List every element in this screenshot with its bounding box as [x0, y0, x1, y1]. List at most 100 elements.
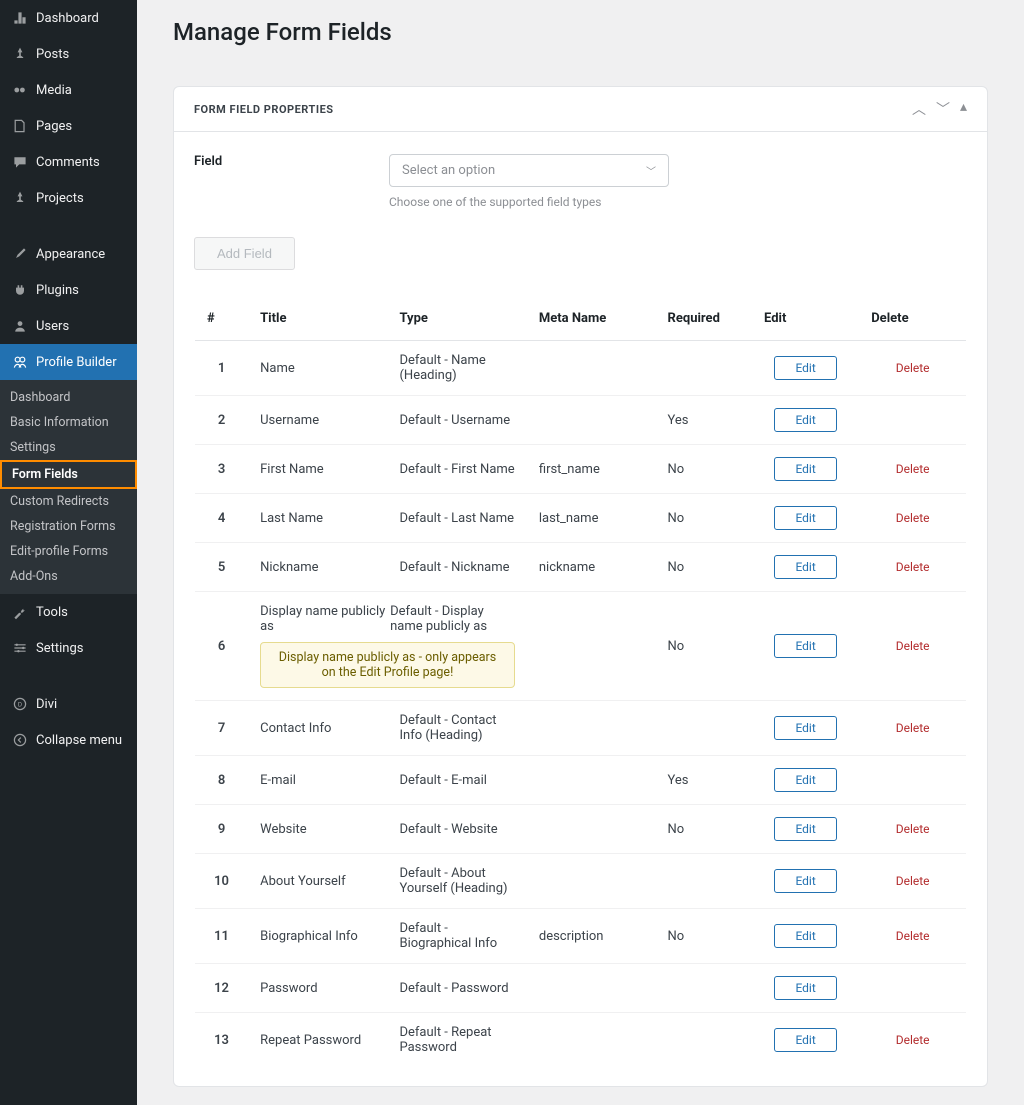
menu-label: Media: [36, 83, 72, 98]
edit-button[interactable]: Edit: [774, 817, 836, 841]
row-type: Default - Password: [387, 964, 526, 1013]
sidebar-item-media[interactable]: Media: [0, 72, 137, 108]
delete-link[interactable]: Delete: [896, 462, 930, 476]
edit-button[interactable]: Edit: [774, 356, 836, 380]
menu-label: Projects: [36, 191, 84, 206]
row-title-cell: Nickname: [248, 543, 387, 592]
row-required: [656, 1013, 753, 1068]
add-field-button[interactable]: Add Field: [194, 237, 295, 270]
submenu-item-settings[interactable]: Settings: [0, 435, 137, 460]
delete-link[interactable]: Delete: [896, 361, 930, 375]
row-required: No: [656, 592, 753, 701]
menu-label: Pages: [36, 119, 72, 134]
edit-button[interactable]: Edit: [774, 457, 836, 481]
delete-link[interactable]: Delete: [896, 639, 930, 653]
row-meta: [527, 701, 656, 756]
row-type: Default - E-mail: [387, 756, 526, 805]
row-required: No: [656, 805, 753, 854]
submenu-item-dashboard[interactable]: Dashboard: [0, 385, 137, 410]
table-row: 8E-mailDefault - E-mailYesEdit: [195, 756, 967, 805]
menu-label: Divi: [36, 697, 57, 712]
edit-button[interactable]: Edit: [774, 1028, 836, 1052]
field-label: Field: [194, 154, 389, 169]
edit-button[interactable]: Edit: [774, 768, 836, 792]
submenu-item-custom-redirects[interactable]: Custom Redirects: [0, 489, 137, 514]
sidebar-item-tools[interactable]: Tools: [0, 594, 137, 630]
row-type: Default - Nickname: [387, 543, 526, 592]
menu-label: Dashboard: [36, 11, 99, 26]
brush-icon: [10, 244, 30, 264]
chevron-up-icon[interactable]: ︿: [912, 99, 926, 119]
delete-link[interactable]: Delete: [896, 929, 930, 943]
sidebar-item-collapse[interactable]: Collapse menu: [0, 722, 137, 758]
sidebar-item-plugins[interactable]: Plugins: [0, 272, 137, 308]
row-type: Default - Name (Heading): [387, 341, 526, 396]
row-title-cell: Contact Info: [248, 701, 387, 756]
edit-button[interactable]: Edit: [774, 555, 836, 579]
menu-label: Settings: [36, 641, 83, 656]
sidebar-item-settings[interactable]: Settings: [0, 630, 137, 666]
edit-button[interactable]: Edit: [774, 634, 836, 658]
edit-button[interactable]: Edit: [774, 869, 836, 893]
row-num: 7: [195, 701, 249, 756]
row-meta: description: [527, 909, 656, 964]
row-num: 5: [195, 543, 249, 592]
row-required: [656, 701, 753, 756]
table-row: 9WebsiteDefault - WebsiteNoEditDelete: [195, 805, 967, 854]
row-num: 9: [195, 805, 249, 854]
sidebar-item-profile-builder[interactable]: Profile Builder: [0, 344, 137, 380]
delete-link[interactable]: Delete: [896, 721, 930, 735]
row-title-cell: Biographical Info: [248, 909, 387, 964]
row-num: 6: [195, 592, 249, 701]
submenu-item-basic-info[interactable]: Basic Information: [0, 410, 137, 435]
edit-button[interactable]: Edit: [774, 506, 836, 530]
edit-button[interactable]: Edit: [774, 716, 836, 740]
media-icon: [10, 80, 30, 100]
table-row: 6Display name publicly asDefault - Displ…: [195, 592, 967, 701]
row-num: 8: [195, 756, 249, 805]
delete-link[interactable]: Delete: [896, 822, 930, 836]
sidebar-item-posts[interactable]: Posts: [0, 36, 137, 72]
caret-up-icon[interactable]: ▴: [960, 99, 967, 119]
sidebar-item-dashboard[interactable]: Dashboard: [0, 0, 137, 36]
sidebar-item-comments[interactable]: Comments: [0, 144, 137, 180]
field-type-select[interactable]: Select an option ﹀: [389, 154, 669, 187]
table-row: 1NameDefault - Name (Heading)EditDelete: [195, 341, 967, 396]
menu-label: Appearance: [36, 247, 105, 262]
main-content: Manage Form Fields FORM FIELD PROPERTIES…: [137, 0, 1024, 1105]
th-edit: Edit: [752, 297, 859, 341]
sidebar-item-divi[interactable]: D Divi: [0, 686, 137, 722]
edit-button[interactable]: Edit: [774, 924, 836, 948]
sidebar-item-users[interactable]: Users: [0, 308, 137, 344]
sidebar-item-pages[interactable]: Pages: [0, 108, 137, 144]
row-required: Yes: [656, 756, 753, 805]
fields-table: # Title Type Meta Name Required Edit Del…: [194, 296, 967, 1068]
submenu-item-form-fields[interactable]: Form Fields: [0, 460, 137, 489]
edit-button[interactable]: Edit: [774, 976, 836, 1000]
row-required: [656, 341, 753, 396]
edit-button[interactable]: Edit: [774, 408, 836, 432]
admin-sidebar: Dashboard Posts Media Pages Comments Pro…: [0, 0, 137, 1105]
submenu-item-add-ons[interactable]: Add-Ons: [0, 564, 137, 589]
submenu-item-edit-profile-forms[interactable]: Edit-profile Forms: [0, 539, 137, 564]
delete-link[interactable]: Delete: [896, 874, 930, 888]
delete-link[interactable]: Delete: [896, 560, 930, 574]
row-num: 4: [195, 494, 249, 543]
table-row: 5NicknameDefault - NicknamenicknameNoEdi…: [195, 543, 967, 592]
row-required: [656, 854, 753, 909]
sidebar-item-projects[interactable]: Projects: [0, 180, 137, 216]
submenu-item-registration-forms[interactable]: Registration Forms: [0, 514, 137, 539]
row-meta: [527, 592, 656, 701]
delete-link[interactable]: Delete: [896, 1033, 930, 1047]
comment-icon: [10, 152, 30, 172]
menu-label: Posts: [36, 47, 69, 62]
menu-label: Comments: [36, 155, 100, 170]
row-required: No: [656, 494, 753, 543]
user-icon: [10, 316, 30, 336]
panel-title: FORM FIELD PROPERTIES: [194, 103, 334, 116]
chevron-down-icon[interactable]: ﹀: [936, 99, 950, 119]
delete-link[interactable]: Delete: [896, 511, 930, 525]
table-row: 10About YourselfDefault - About Yourself…: [195, 854, 967, 909]
sidebar-item-appearance[interactable]: Appearance: [0, 236, 137, 272]
menu-label: Users: [36, 319, 69, 334]
